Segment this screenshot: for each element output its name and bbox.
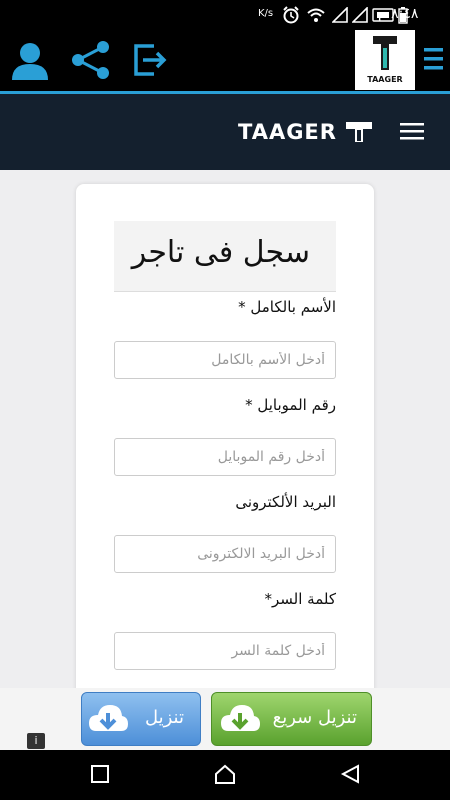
- status-bar: ٨:٤٨ م K/s: [0, 0, 450, 30]
- hamburger-menu-icon[interactable]: [400, 122, 424, 142]
- wifi-icon: [307, 8, 325, 22]
- share-icon[interactable]: [70, 40, 112, 80]
- menu-icon[interactable]: [423, 46, 445, 72]
- taager-logo-icon: [373, 36, 397, 70]
- signal-icon-2: [352, 7, 368, 23]
- fullname-label: الأسم بالكامل *: [238, 298, 336, 316]
- cloud-download-icon-2: [221, 705, 260, 731]
- cloud-download-icon: [89, 705, 128, 731]
- email-input[interactable]: [114, 535, 336, 573]
- ad-fast-download-label: تنزيل سريع: [272, 707, 357, 728]
- mobile-input[interactable]: [114, 438, 336, 476]
- battery-icon: [398, 7, 408, 24]
- sim-icon: [372, 8, 394, 22]
- app-logo[interactable]: TAAGER: [355, 30, 415, 90]
- site-header: [0, 94, 450, 170]
- password-label: كلمة السر*: [264, 590, 336, 608]
- form-title-box: سجل فى تاجر: [114, 221, 336, 292]
- signal-icon: [332, 7, 348, 23]
- email-label: البريد الألكترونى: [235, 493, 336, 511]
- page-content: سجل فى تاجر الأسم بالكامل * رقم الموبايل…: [0, 170, 450, 688]
- register-card: سجل فى تاجر الأسم بالكامل * رقم الموبايل…: [76, 184, 374, 688]
- form-title: سجل فى تاجر: [131, 235, 310, 270]
- network-speed: K/s: [258, 8, 274, 19]
- ad-download-button[interactable]: تنزيل: [81, 692, 201, 746]
- system-nav-bar: [0, 750, 450, 800]
- ad-fast-download-button[interactable]: تنزيل سريع: [211, 692, 372, 746]
- exit-icon[interactable]: [132, 40, 170, 80]
- home-icon[interactable]: [214, 764, 236, 784]
- mobile-label: رقم الموبايل *: [245, 396, 336, 414]
- recent-apps-icon[interactable]: [90, 764, 110, 784]
- brand-name[interactable]: TAAGER: [238, 120, 337, 144]
- alarm-icon: [283, 6, 299, 24]
- fullname-input[interactable]: [114, 341, 336, 379]
- ad-info-icon[interactable]: i: [27, 733, 45, 749]
- logo-text: TAAGER: [367, 75, 403, 84]
- brand-logo-icon: [346, 122, 372, 142]
- user-icon[interactable]: [10, 40, 50, 80]
- password-input[interactable]: [114, 632, 336, 670]
- ad-download-label: تنزيل: [144, 707, 184, 728]
- back-icon[interactable]: [340, 764, 360, 784]
- ad-banner: تنزيل تنزيل سريع i: [0, 688, 450, 750]
